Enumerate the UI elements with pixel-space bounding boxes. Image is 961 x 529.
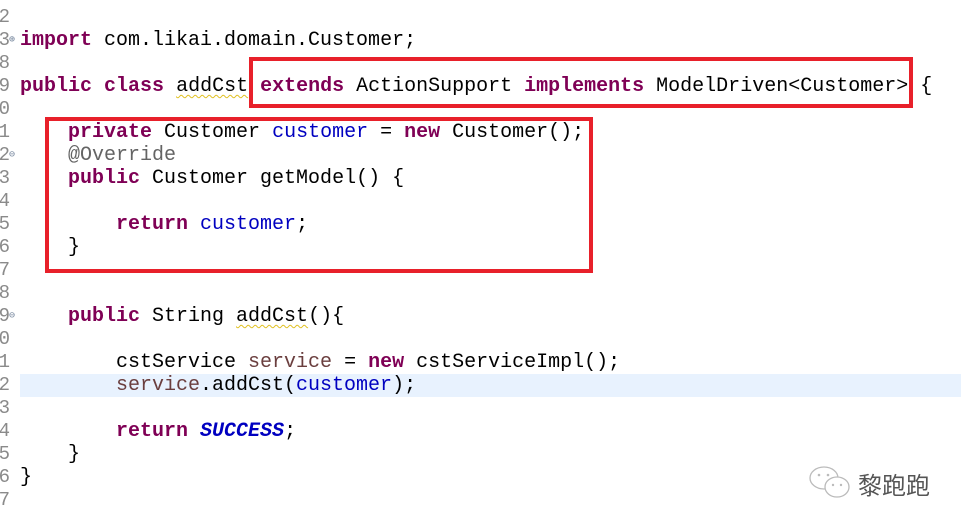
- code-line-close-method[interactable]: }: [20, 443, 961, 466]
- line-number: 8: [0, 282, 10, 304]
- method-call: .addCst(: [200, 374, 297, 397]
- keyword: public: [68, 305, 141, 328]
- semicolon: ;: [284, 420, 297, 443]
- type: cstService: [116, 351, 249, 374]
- paren: (){: [308, 305, 345, 328]
- collapse-fold-icon[interactable]: ⊖: [9, 305, 15, 328]
- highlight-box-class-declaration: [249, 57, 913, 108]
- line-number: 9: [0, 75, 10, 97]
- line-number: 6: [0, 236, 10, 258]
- expand-fold-icon[interactable]: ⊕: [9, 29, 15, 52]
- paren: );: [392, 374, 417, 397]
- keyword: import: [20, 29, 93, 52]
- line-number: 2: [0, 374, 10, 396]
- keyword: public: [20, 75, 93, 98]
- operator: =: [332, 351, 369, 374]
- class-name: addCst: [176, 75, 249, 98]
- watermark-text: 黎跑跑: [858, 471, 930, 500]
- constructor-call: cstServiceImpl();: [404, 351, 621, 374]
- import-path: com.likai.domain.Customer;: [92, 29, 417, 52]
- constant: SUCCESS: [200, 420, 285, 443]
- highlight-box-model-driven: [45, 117, 593, 273]
- type: String: [140, 305, 237, 328]
- code-line-service-call-current[interactable]: service.addCst(customer);: [20, 374, 961, 397]
- line-number: 4: [0, 420, 10, 442]
- method-name: addCst: [236, 305, 309, 328]
- line-number: 1: [0, 121, 10, 143]
- watermark: 黎跑跑: [808, 465, 930, 501]
- keyword: new: [368, 351, 405, 374]
- wechat-icon: [809, 466, 850, 498]
- line-number: 8: [0, 52, 10, 74]
- line-number: 1: [0, 351, 10, 373]
- line-number: 0: [0, 98, 10, 120]
- code-line-return-success[interactable]: return SUCCESS;: [20, 420, 961, 443]
- code-line-service-decl[interactable]: cstService service = new cstServiceImpl(…: [20, 351, 961, 374]
- brace: }: [68, 443, 81, 466]
- keyword: class: [104, 75, 165, 98]
- line-number: 7: [0, 259, 10, 281]
- local-var: service: [116, 374, 201, 397]
- collapse-fold-icon[interactable]: ⊖: [9, 144, 15, 167]
- line-number: 3: [0, 167, 10, 189]
- line-number: 2: [0, 6, 10, 28]
- line-number: 5: [0, 443, 10, 465]
- line-number: 3: [0, 397, 10, 419]
- line-number: 0: [0, 328, 10, 350]
- keyword: return: [116, 420, 189, 443]
- code-line-addcst-method[interactable]: public String addCst(){: [20, 305, 961, 328]
- line-number: 4: [0, 190, 10, 212]
- local-var: service: [248, 351, 333, 374]
- code-line-import[interactable]: import com.likai.domain.Customer;: [20, 29, 961, 52]
- line-number: 6: [0, 466, 10, 488]
- line-number: 7: [0, 489, 10, 511]
- brace: }: [20, 466, 33, 489]
- field-name: customer: [296, 374, 393, 397]
- line-number: 5: [0, 213, 10, 235]
